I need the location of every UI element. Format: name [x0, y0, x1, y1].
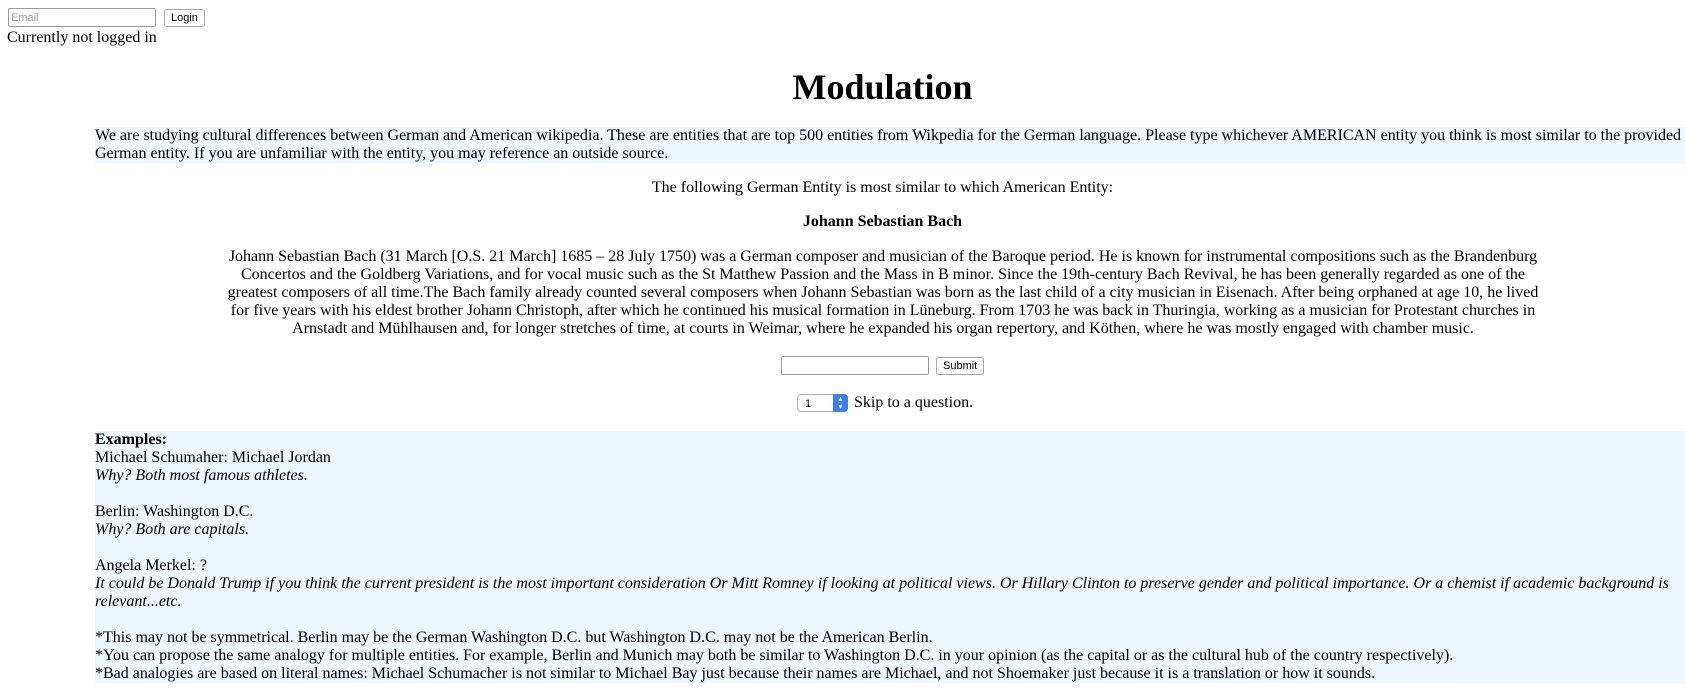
login-button[interactable]: Login	[164, 9, 205, 27]
login-status: Currently not logged in	[7, 29, 157, 46]
question-select[interactable]: 1 ▴ ▾	[797, 394, 848, 412]
page-title: Modulation	[792, 67, 973, 107]
question-prompt: The following German Entity is most simi…	[651, 179, 1114, 196]
note-item: *Bad analogies are based on literal name…	[95, 665, 1376, 682]
entity-name: Johann Sebastian Bach	[802, 213, 963, 230]
entity-description: Johann Sebastian Bach (31 March [O.S. 21…	[227, 248, 1539, 337]
examples-panel: Examples: Michael Schumaher: Michael Jor…	[95, 431, 1685, 683]
submit-button[interactable]: Submit	[936, 357, 985, 375]
example-item: Michael Schumaher: Michael Jordan Why? B…	[95, 449, 1685, 485]
email-field[interactable]	[8, 8, 156, 27]
skip-label: Skip to a question.	[854, 394, 974, 411]
example-item: Berlin: Washington D.C. Why? Both are ca…	[95, 503, 1685, 539]
note-item: *This may not be symmetrical. Berlin may…	[95, 629, 933, 646]
example-item: Angela Merkel: ? It could be Donald Trum…	[95, 557, 1685, 611]
example-pair: Berlin: Washington D.C.	[95, 503, 254, 520]
example-reason: It could be Donald Trump if you think th…	[95, 575, 1669, 610]
note-item: *You can propose the same analogy for mu…	[95, 647, 1454, 664]
answer-input[interactable]	[781, 356, 929, 375]
intro-text: We are studying cultural differences bet…	[95, 127, 1685, 163]
example-reason: Why? Both are capitals.	[95, 521, 250, 538]
question-select-value: 1	[805, 398, 812, 410]
example-pair: Angela Merkel: ?	[95, 557, 207, 574]
example-reason: Why? Both most famous athletes.	[95, 467, 308, 484]
example-pair: Michael Schumaher: Michael Jordan	[95, 449, 331, 466]
select-arrows-icon: ▴ ▾	[833, 394, 848, 412]
examples-heading: Examples:	[95, 431, 167, 448]
